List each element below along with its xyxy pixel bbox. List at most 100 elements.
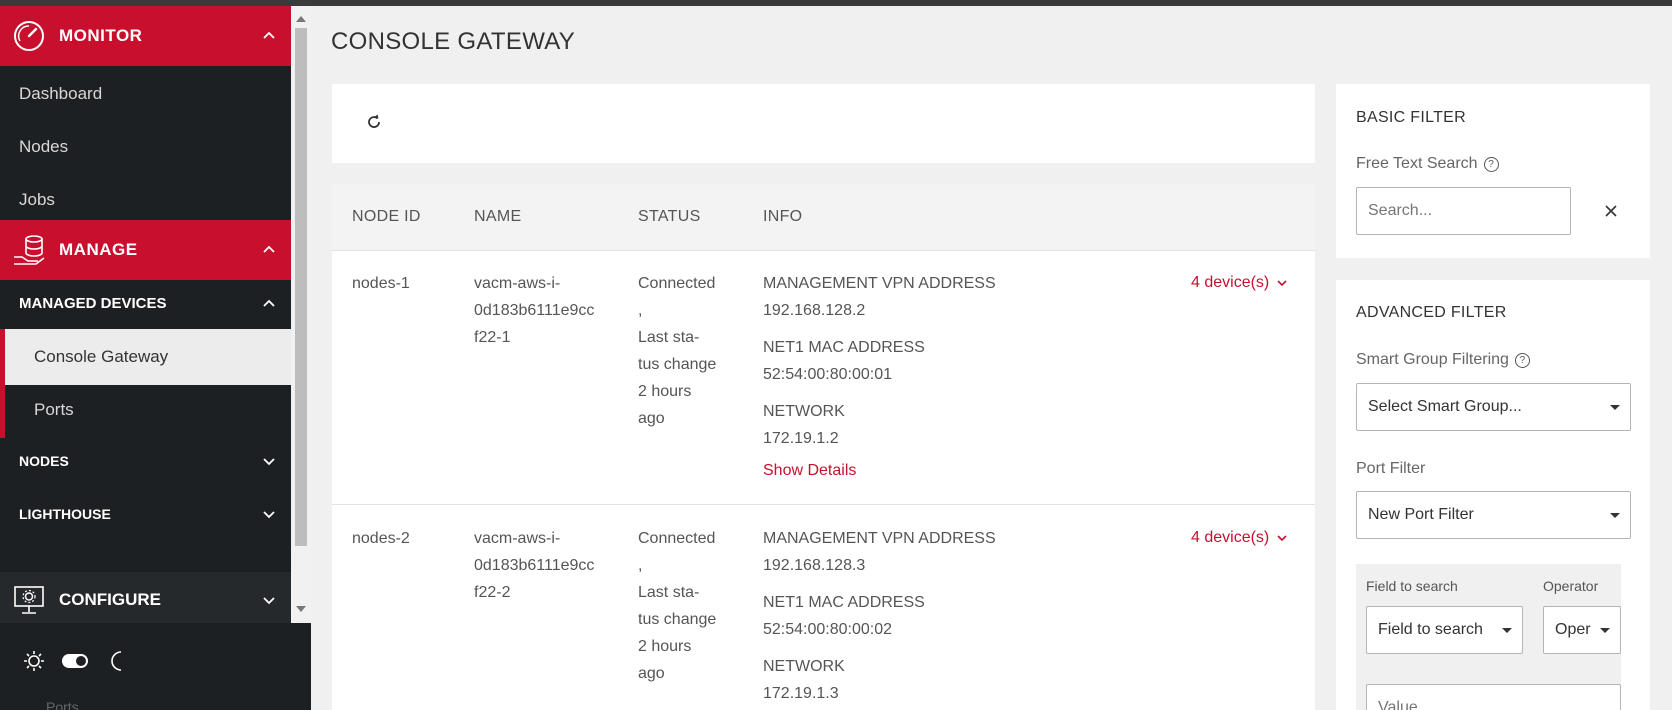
mgmt-vpn-value: 192.168.128.2 — [763, 302, 866, 319]
node-name-cell: vacm-aws-i- 0d183b6111e9cc f22-2 — [474, 530, 595, 601]
chevron-up-icon — [263, 299, 275, 307]
theme-switcher-bar — [0, 623, 311, 710]
devices-count: 4 device(s) — [1191, 274, 1270, 291]
mac-address-label: NET1 MAC ADDRESS — [763, 594, 925, 611]
sidebar-group-lighthouse[interactable]: LIGHTHOUSE — [0, 486, 291, 542]
mgmt-vpn-label: MANAGEMENT VPN ADDRESS — [763, 275, 996, 292]
help-icon[interactable]: ? — [1514, 353, 1530, 368]
port-filter-builder: Field to search Operator Field to search… — [1356, 564, 1621, 710]
mac-address-label: NET1 MAC ADDRESS — [763, 339, 925, 356]
sidebar-group-label: MANAGED DEVICES — [19, 295, 167, 312]
table-row: nodes-2 vacm-aws-i- 0d183b6111e9cc f22-2… — [332, 505, 1315, 710]
sidebar-section-label: MANAGE — [59, 240, 138, 259]
sidebar-section-manage[interactable]: MANAGE — [0, 220, 291, 280]
nodes-table: NODE ID NAME STATUS INFO nodes-1 vacm-aw… — [332, 184, 1315, 710]
operator-select[interactable]: Oper — [1543, 606, 1621, 654]
chevron-down-icon — [1277, 535, 1287, 542]
free-text-search-label-text: Free Text Search — [1356, 155, 1478, 172]
sidebar: MONITOR Dashboard Nodes Jobs MANAGE MANA… — [0, 6, 291, 623]
devices-count: 4 device(s) — [1191, 529, 1270, 546]
devices-dropdown[interactable]: 4 device(s) — [1191, 529, 1287, 547]
sidebar-section-monitor[interactable]: MONITOR — [0, 6, 291, 66]
sidebar-section-label: MONITOR — [59, 26, 143, 45]
node-status-cell: Connected , Last sta- tus change 2 hours… — [638, 530, 717, 682]
smart-group-select[interactable]: Select Smart Group... — [1356, 383, 1631, 431]
chevron-down-icon — [263, 597, 275, 605]
sidebar-item-console-gateway[interactable]: Console Gateway — [0, 329, 291, 385]
refresh-icon[interactable] — [365, 113, 383, 131]
help-icon[interactable]: ? — [1483, 157, 1499, 172]
sidebar-group-managed-devices[interactable]: MANAGED DEVICES — [0, 276, 291, 332]
column-header-node-id[interactable]: NODE ID — [352, 184, 421, 250]
caret-down-icon — [1610, 513, 1620, 518]
theme-toggle-switch[interactable] — [61, 649, 89, 673]
column-header-info: INFO — [763, 208, 803, 225]
chevron-down-icon — [1277, 280, 1287, 287]
network-value: 172.19.1.3 — [763, 685, 839, 702]
toolbar-card — [332, 84, 1315, 163]
chevron-up-icon — [263, 31, 275, 39]
value-input[interactable] — [1366, 684, 1621, 710]
column-header-status[interactable]: STATUS — [638, 184, 701, 250]
basic-filter-card: BASIC FILTER Free Text Search? — [1336, 84, 1650, 258]
field-to-search-value: Field to search — [1378, 621, 1483, 638]
database-hand-icon — [14, 235, 45, 265]
free-text-search-input[interactable] — [1356, 187, 1571, 235]
column-header-name[interactable]: NAME — [474, 184, 521, 250]
port-filter-select[interactable]: New Port Filter — [1356, 491, 1631, 539]
caret-down-icon — [1600, 628, 1610, 633]
smart-group-label: Smart Group Filtering? — [1356, 351, 1530, 369]
smart-group-label-text: Smart Group Filtering — [1356, 351, 1509, 368]
page-scrollbar-track[interactable] — [1654, 6, 1672, 710]
table-header-row: NODE ID NAME STATUS INFO — [332, 184, 1315, 251]
sidebar-hidden-ports-item: Ports — [46, 702, 79, 710]
node-name-cell: vacm-aws-i- 0d183b6111e9cc f22-1 — [474, 275, 595, 346]
operator-label: Operator — [1543, 578, 1599, 594]
sidebar-group-label: LIGHTHOUSE — [19, 506, 111, 522]
node-id-cell: nodes-1 — [352, 275, 410, 292]
sidebar-item-nodes[interactable]: Nodes — [0, 119, 291, 175]
node-id-cell: nodes-2 — [352, 530, 410, 547]
sidebar-section-configure[interactable]: CONFIGURE — [0, 572, 291, 623]
monitor-gear-icon — [14, 586, 44, 614]
scroll-down-arrow-icon[interactable] — [296, 606, 306, 612]
smart-group-select-value: Select Smart Group... — [1368, 398, 1522, 415]
chevron-down-icon — [263, 458, 275, 466]
network-label: NETWORK — [763, 658, 845, 675]
chevron-up-icon — [263, 245, 275, 253]
sidebar-scrollbar[interactable] — [291, 6, 311, 623]
mac-address-value: 52:54:00:80:00:02 — [763, 621, 893, 638]
field-to-search-label: Field to search — [1366, 578, 1458, 594]
port-filter-select-value: New Port Filter — [1368, 506, 1474, 523]
chevron-down-icon — [263, 511, 275, 519]
mgmt-vpn-label: MANAGEMENT VPN ADDRESS — [763, 530, 996, 547]
sidebar-section-label: CONFIGURE — [59, 590, 161, 609]
caret-down-icon — [1610, 405, 1620, 410]
sidebar-group-nodes[interactable]: NODES — [0, 433, 291, 489]
node-info-cell: MANAGEMENT VPN ADDRESS 192.168.128.3 NET… — [763, 525, 996, 707]
show-details-link[interactable]: Show Details — [763, 457, 996, 484]
moon-icon[interactable] — [107, 649, 127, 673]
sidebar-item-ports[interactable]: Ports — [0, 382, 291, 438]
free-text-search-label: Free Text Search? — [1356, 155, 1499, 173]
devices-dropdown[interactable]: 4 device(s) — [1191, 274, 1287, 292]
mgmt-vpn-value: 192.168.128.3 — [763, 557, 866, 574]
scroll-up-arrow-icon[interactable] — [296, 16, 306, 22]
network-label: NETWORK — [763, 403, 845, 420]
close-icon[interactable] — [1605, 205, 1617, 217]
sidebar-group-label: NODES — [19, 453, 69, 469]
basic-filter-title: BASIC FILTER — [1356, 109, 1466, 126]
advanced-filter-card: ADVANCED FILTER Smart Group Filtering? S… — [1336, 280, 1650, 710]
port-filter-label: Port Filter — [1356, 460, 1426, 477]
advanced-filter-title: ADVANCED FILTER — [1356, 304, 1507, 321]
table-row: nodes-1 vacm-aws-i- 0d183b6111e9cc f22-1… — [332, 250, 1315, 505]
node-status-cell: Connected , Last sta- tus change 2 hours… — [638, 275, 717, 427]
node-info-cell: MANAGEMENT VPN ADDRESS 192.168.128.2 NET… — [763, 270, 996, 484]
sidebar-item-dashboard[interactable]: Dashboard — [0, 66, 291, 122]
network-value: 172.19.1.2 — [763, 430, 839, 447]
field-to-search-select[interactable]: Field to search — [1366, 606, 1523, 654]
speedometer-icon — [14, 21, 44, 51]
scrollbar-thumb[interactable] — [295, 28, 307, 546]
sun-icon[interactable] — [23, 649, 45, 673]
caret-down-icon — [1502, 628, 1512, 633]
